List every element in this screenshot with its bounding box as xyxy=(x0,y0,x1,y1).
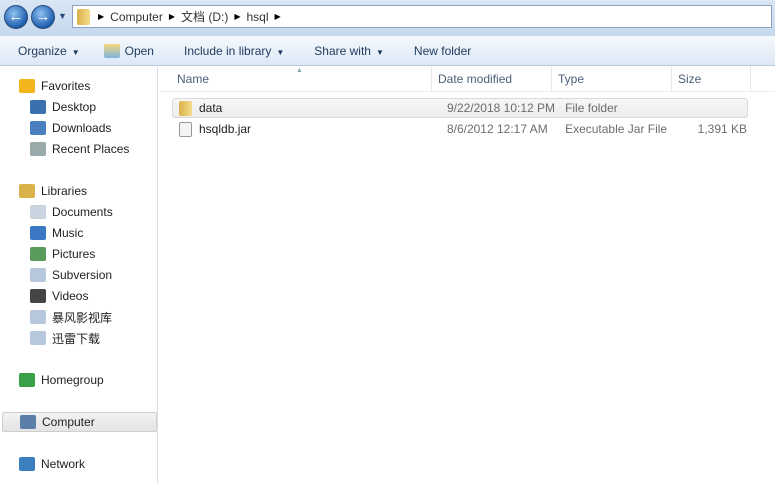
network-icon xyxy=(19,457,35,471)
sidebar-item-迅雷下载[interactable]: 迅雷下载 xyxy=(2,328,157,348)
sidebar-item-label: Libraries xyxy=(41,184,88,198)
computer-icon xyxy=(20,415,36,429)
breadcrumb-drive[interactable]: 文档 (D:) xyxy=(181,8,228,25)
column-header-name[interactable]: Name ▲ xyxy=(160,67,432,92)
column-label: Type xyxy=(558,72,585,86)
column-header-size[interactable]: Size xyxy=(672,67,751,92)
column-header-date[interactable]: Date modified xyxy=(432,67,552,92)
sidebar-item-videos[interactable]: Videos xyxy=(2,286,157,306)
navigation-pane: Favorites Desktop Downloads Recent Places Li… xyxy=(0,67,158,483)
share-label: Share with xyxy=(314,43,371,58)
library-icon xyxy=(30,310,46,324)
sidebar-item-label: Subversion xyxy=(52,268,113,282)
include-in-library-button[interactable]: Include in library ▼ xyxy=(175,40,293,62)
sidebar-item-subversion[interactable]: Subversion xyxy=(2,265,157,285)
videos-icon xyxy=(30,289,46,303)
command-bar: Organize ▼ Open Include in library ▼ Share… xyxy=(0,36,775,66)
folder-icon xyxy=(77,8,90,25)
sidebar-item-libraries[interactable]: Libraries xyxy=(2,181,157,201)
sidebar-item-暴风影视库[interactable]: 暴风影视库 xyxy=(2,307,157,327)
sidebar-item-label: Favorites xyxy=(41,79,91,93)
share-with-button[interactable]: Share with ▼ xyxy=(305,40,393,62)
back-button[interactable]: ← xyxy=(4,5,28,29)
file-type: Executable Jar File xyxy=(565,122,668,136)
breadcrumb-arrow-icon[interactable]: ▶ xyxy=(275,12,281,21)
library-icon xyxy=(30,331,46,345)
chevron-down-icon: ▼ xyxy=(276,47,285,57)
sidebar-item-label: Network xyxy=(41,457,86,471)
sidebar-item-music[interactable]: Music xyxy=(2,223,157,243)
star-icon xyxy=(19,79,35,93)
pictures-icon xyxy=(30,247,46,261)
address-bar[interactable]: ▶ Computer ▶ 文档 (D:) ▶ hsql ▶ xyxy=(72,5,772,28)
desktop-icon xyxy=(30,100,46,114)
sidebar-item-label: Desktop xyxy=(52,100,97,114)
file-date: 9/22/2018 10:12 PM xyxy=(446,101,556,115)
new-folder-button[interactable]: New folder xyxy=(405,40,480,62)
column-header-type[interactable]: Type xyxy=(552,67,672,92)
new-folder-label: New folder xyxy=(413,43,472,58)
file-row[interactable]: hsqldb.jar 8/6/2012 12:17 AM Executable Ja… xyxy=(172,119,748,139)
sidebar-item-downloads[interactable]: Downloads xyxy=(2,118,157,138)
sidebar-item-homegroup[interactable]: Homegroup xyxy=(2,370,157,390)
library-icon xyxy=(30,268,46,282)
sidebar-item-label: 迅雷下载 xyxy=(52,331,101,346)
folder-icon xyxy=(179,100,192,116)
sort-ascending-icon: ▲ xyxy=(296,67,303,74)
include-label: Include in library xyxy=(183,43,272,58)
sidebar-item-documents[interactable]: Documents xyxy=(2,202,157,222)
file-name: data xyxy=(199,101,223,115)
file-name: hsqldb.jar xyxy=(199,122,252,136)
homegroup-icon xyxy=(19,373,35,387)
sidebar-item-recent-places[interactable]: Recent Places xyxy=(2,139,157,159)
sidebar-item-label: Videos xyxy=(52,289,89,303)
breadcrumb-arrow-icon[interactable]: ▶ xyxy=(98,12,104,21)
music-icon xyxy=(30,226,46,240)
downloads-icon xyxy=(30,121,46,135)
file-size: 1,391 KB xyxy=(697,122,748,136)
column-label: Date modified xyxy=(438,72,513,86)
navigation-bar: ← → ▼ ▶ Computer ▶ 文档 (D:) ▶ hsql ▶ xyxy=(0,0,775,36)
sidebar-item-label: Computer xyxy=(42,415,95,429)
recent-pages-dropdown[interactable]: ▼ xyxy=(58,11,67,21)
sidebar-item-label: Music xyxy=(52,226,84,240)
file-row[interactable]: data 9/22/2018 10:12 PM File folder xyxy=(172,98,748,118)
sidebar-item-label: Homegroup xyxy=(41,373,104,387)
sidebar-item-desktop[interactable]: Desktop xyxy=(2,97,157,117)
sidebar-item-computer[interactable]: Computer xyxy=(2,412,157,432)
column-label: Size xyxy=(678,72,702,86)
breadcrumb-computer[interactable]: Computer xyxy=(110,10,163,24)
sidebar-item-label: Downloads xyxy=(52,121,112,135)
sidebar-item-pictures[interactable]: Pictures xyxy=(2,244,157,264)
documents-icon xyxy=(30,205,46,219)
jar-file-icon xyxy=(179,121,192,137)
file-date: 8/6/2012 12:17 AM xyxy=(446,122,548,136)
libraries-icon xyxy=(19,184,35,198)
open-label: Open xyxy=(124,43,154,58)
breadcrumb-hsql[interactable]: hsql xyxy=(246,10,268,24)
sidebar-item-label: Pictures xyxy=(52,247,96,261)
organize-button[interactable]: Organize ▼ xyxy=(9,40,89,62)
breadcrumb-arrow-icon[interactable]: ▶ xyxy=(234,12,240,21)
sidebar-item-label: 暴风影视库 xyxy=(52,310,113,325)
recent-places-icon xyxy=(30,142,46,156)
sidebar-item-network[interactable]: Network xyxy=(2,454,157,474)
sidebar-item-label: Recent Places xyxy=(52,142,130,156)
breadcrumb-arrow-icon[interactable]: ▶ xyxy=(169,12,175,21)
column-label: Name xyxy=(177,72,210,86)
sidebar-item-favorites[interactable]: Favorites xyxy=(2,76,157,96)
chevron-down-icon: ▼ xyxy=(71,47,80,57)
sidebar-item-label: Documents xyxy=(52,205,113,219)
column-headers: Name ▲ Date modified Type Size xyxy=(160,67,775,92)
forward-button[interactable]: → xyxy=(31,5,55,29)
file-type: File folder xyxy=(565,101,618,115)
chevron-down-icon: ▼ xyxy=(375,47,384,57)
organize-label: Organize xyxy=(18,43,67,58)
open-button[interactable]: Open xyxy=(95,40,163,62)
open-icon xyxy=(103,43,120,58)
